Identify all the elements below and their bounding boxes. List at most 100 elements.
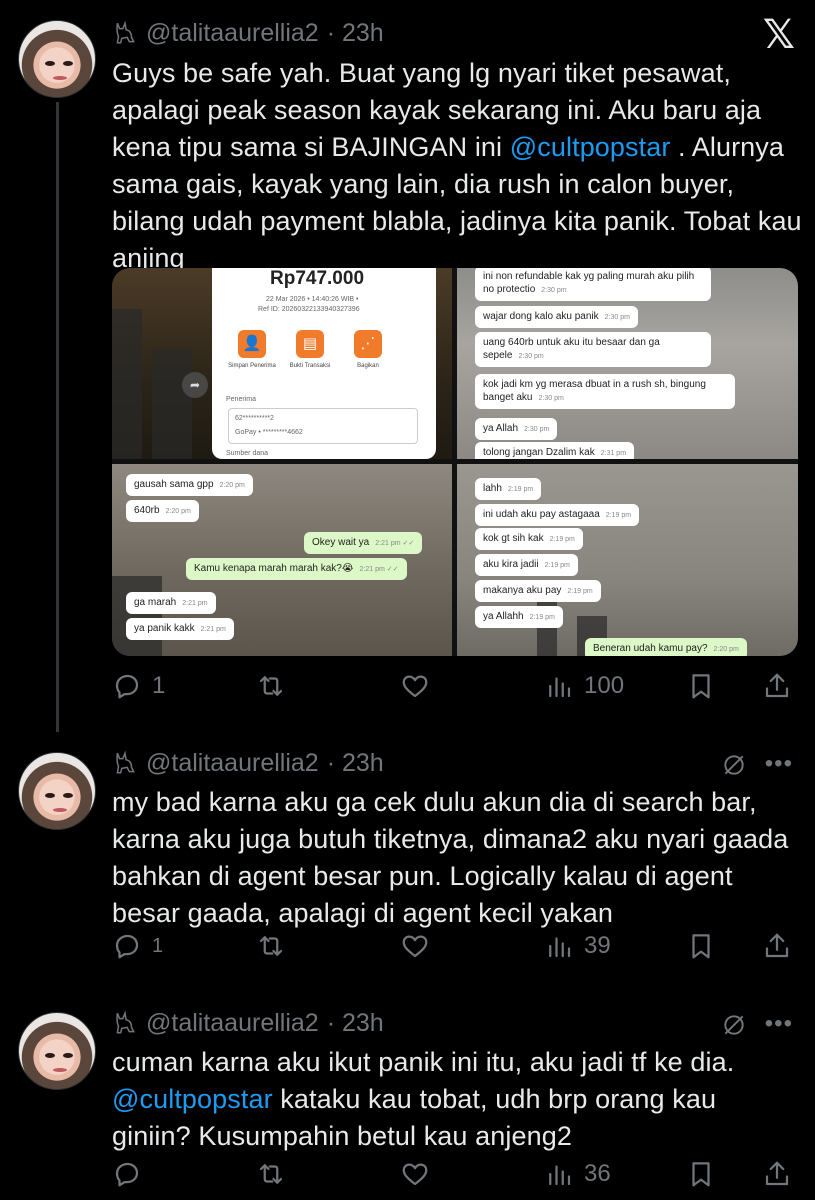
views-button[interactable]: 36 xyxy=(544,1159,611,1189)
tweet-3[interactable]: @talitaaurellia2 · 23h ••• cuman karna a… xyxy=(0,1004,815,1200)
views-count: 100 xyxy=(584,672,625,699)
reply-icon xyxy=(115,674,139,699)
views-icon xyxy=(549,677,571,698)
receipt-icon: ▤ xyxy=(296,330,324,358)
tweet-2[interactable]: @talitaaurellia2 · 23h ••• my bad karna … xyxy=(0,740,815,1000)
chat-bubble: ga marah 2:21 pm xyxy=(126,592,216,614)
share-button[interactable] xyxy=(762,1159,792,1189)
views-count: 39 xyxy=(584,932,611,959)
cat-icon xyxy=(116,1010,135,1034)
media-image-receipt[interactable]: ➦ Rp747.000 22 Mar 2026 • 14:40:26 WIB •… xyxy=(112,268,452,459)
cat-icon xyxy=(116,20,135,44)
chat-bubble: gausah sama gpp 2:20 pm xyxy=(126,474,253,496)
more-icon[interactable]: ••• xyxy=(765,1010,793,1038)
media-image-chat-3[interactable]: lahh 2:19 pm ini udah aku pay astagaaa 2:1… xyxy=(457,464,798,656)
tweet-header: @talitaaurellia2 · 23h xyxy=(112,748,384,778)
chat-bubble: ini udah aku pay astagaaa 2:19 pm xyxy=(475,504,640,526)
share-icon xyxy=(765,933,789,958)
like-button[interactable] xyxy=(400,1159,430,1189)
share-overlay-icon[interactable]: ➦ xyxy=(182,372,208,398)
share-button[interactable] xyxy=(762,671,792,701)
reply-button[interactable] xyxy=(112,1159,142,1189)
tweet-text: my bad karna aku ga cek dulu akun dia di… xyxy=(112,787,789,928)
like-button[interactable] xyxy=(400,671,430,701)
handle[interactable]: @talitaaurellia2 xyxy=(146,1009,319,1038)
bookmark-icon xyxy=(692,934,710,959)
media-image-chat-1[interactable]: ini non refundable kak yg paling murah a… xyxy=(457,268,798,459)
mention-link[interactable]: @cultpopstar xyxy=(112,1084,273,1114)
share-icon xyxy=(765,673,789,698)
views-count: 36 xyxy=(584,1160,611,1187)
chat-bubble: ya Allah 2:30 pm xyxy=(475,418,558,440)
retweet-button[interactable] xyxy=(256,671,286,701)
person-add-icon: 👤 xyxy=(238,330,266,358)
receipt-card: Rp747.000 22 Mar 2026 • 14:40:26 WIB • R… xyxy=(212,268,436,459)
bookmark-button[interactable] xyxy=(686,931,716,961)
bookmark-button[interactable] xyxy=(686,671,716,701)
reply-icon xyxy=(115,934,139,959)
chat-bubble: kok jadi km yg merasa dbuat in a rush sh… xyxy=(475,374,735,409)
tweet-header: @talitaaurellia2 · 23h xyxy=(112,1008,384,1038)
tweet-text: cuman karna aku ikut panik ini itu, aku … xyxy=(112,1047,735,1151)
action-bar: 1 39 xyxy=(112,928,802,964)
chat-bubble: aku kira jadii 2:19 pm xyxy=(475,554,578,576)
avatar[interactable] xyxy=(18,1012,96,1090)
grok-icon[interactable] xyxy=(721,752,747,778)
chat-bubble: wajar dong kalo aku panik 2:30 pm xyxy=(475,306,638,328)
bookmark-icon xyxy=(692,1162,710,1187)
views-button[interactable]: 39 xyxy=(544,931,611,961)
views-icon xyxy=(549,1165,571,1186)
avatar[interactable] xyxy=(18,752,96,830)
action-bar: 1 100 xyxy=(112,668,802,704)
timestamp[interactable]: · 23h xyxy=(327,1009,384,1038)
reply-button[interactable]: 1 xyxy=(112,671,165,701)
retweet-button[interactable] xyxy=(256,1159,286,1189)
timestamp[interactable]: · 23h xyxy=(327,749,384,778)
media-grid[interactable]: ➦ Rp747.000 22 Mar 2026 • 14:40:26 WIB •… xyxy=(112,268,798,656)
chat-bubble: Beneran udah kamu pay? 2:20 pm xyxy=(585,638,747,656)
retweet-button[interactable] xyxy=(256,931,286,961)
chat-bubble: Kamu kenapa marah marah kak?😭 2:21 pm ✓✓ xyxy=(186,558,407,580)
share-icon xyxy=(765,1161,789,1186)
retweet-icon xyxy=(259,1164,283,1184)
views-icon xyxy=(549,937,571,958)
cat-icon xyxy=(116,750,135,774)
chat-bubble: tolong jangan Dzalim kak 2:31 pm xyxy=(475,442,635,459)
handle[interactable]: @talitaaurellia2 xyxy=(146,749,319,778)
share-icon: ⋰ xyxy=(354,330,382,358)
media-image-chat-2[interactable]: gausah sama gpp 2:20 pm 640rb 2:20 pm Okey… xyxy=(112,464,452,656)
timestamp[interactable]: · 23h xyxy=(327,19,384,48)
chat-bubble: 640rb 2:20 pm xyxy=(126,500,199,522)
reply-count: 1 xyxy=(152,672,166,699)
handle[interactable]: @talitaaurellia2 xyxy=(146,19,319,48)
chat-bubble: ini non refundable kak yg paling murah a… xyxy=(475,268,711,301)
like-button[interactable] xyxy=(400,931,430,961)
share-button[interactable] xyxy=(762,931,792,961)
retweet-icon xyxy=(259,936,283,956)
action-bar: 36 xyxy=(112,1156,802,1192)
reply-count: 1 xyxy=(152,934,164,957)
like-icon xyxy=(402,675,428,698)
grok-icon[interactable] xyxy=(721,1012,747,1038)
tweet-1[interactable]: @talitaaurellia2 · 23h 𝕏 Guys be safe ya… xyxy=(0,0,815,740)
views-button[interactable]: 100 xyxy=(544,671,624,701)
like-icon xyxy=(402,1163,428,1186)
mention-link[interactable]: @cultpopstar xyxy=(510,132,671,162)
tweet-header: @talitaaurellia2 · 23h xyxy=(112,18,384,48)
more-icon[interactable]: ••• xyxy=(765,750,793,778)
receipt-amount: Rp747.000 xyxy=(270,268,365,289)
chat-bubble: ya Allahh 2:19 pm xyxy=(475,606,563,628)
avatar[interactable] xyxy=(18,20,96,98)
reply-button[interactable]: 1 xyxy=(112,931,163,961)
x-logo-icon[interactable]: 𝕏 xyxy=(763,12,795,58)
retweet-icon xyxy=(259,676,283,696)
chat-bubble: lahh 2:19 pm xyxy=(475,478,542,500)
bookmark-button[interactable] xyxy=(686,1159,716,1189)
like-icon xyxy=(402,935,428,958)
chat-bubble: Okey wait ya 2:21 pm ✓✓ xyxy=(304,532,423,554)
tweet-text: Guys be safe yah. Buat yang lg nyari tik… xyxy=(112,58,802,273)
chat-bubble: ya panik kakk 2:21 pm xyxy=(126,618,234,640)
chat-bubble: uang 640rb untuk aku itu besaar dan ga s… xyxy=(475,332,711,367)
chat-bubble: makanya aku pay 2:19 pm xyxy=(475,580,601,602)
chat-bubble: kok gt sih kak 2:19 pm xyxy=(475,528,583,550)
